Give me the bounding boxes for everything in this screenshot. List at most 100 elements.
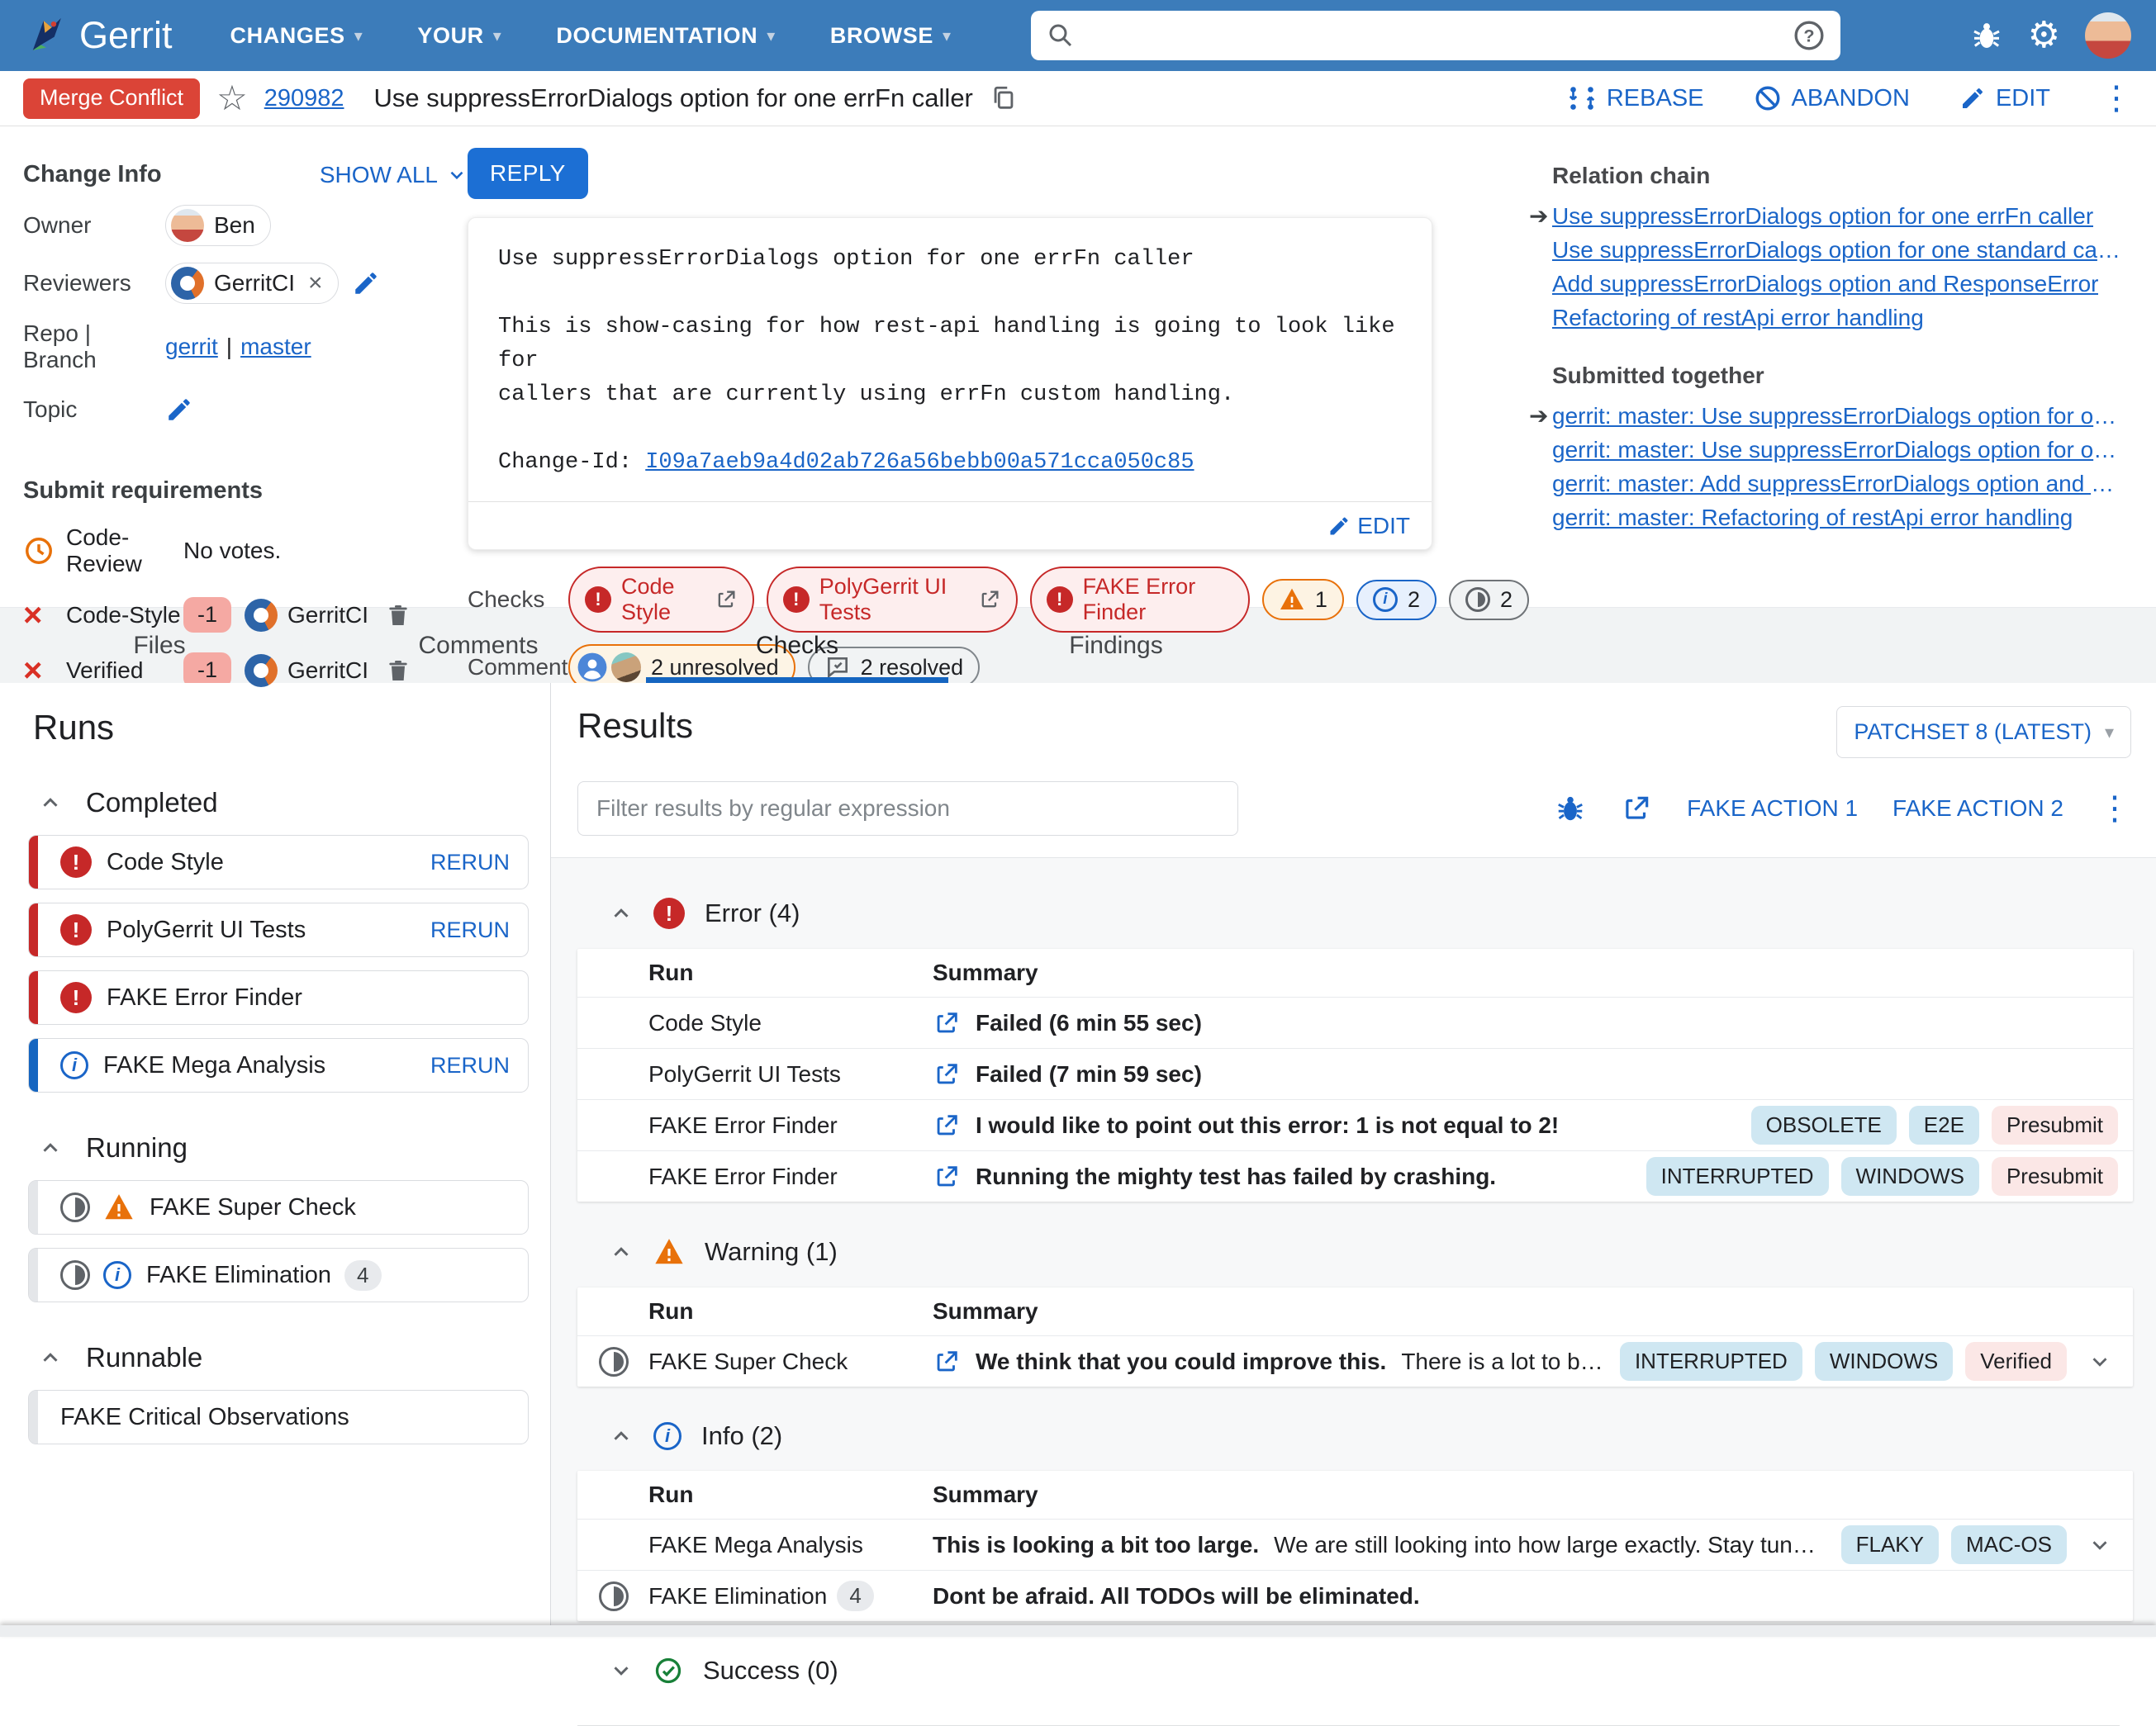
chevron-down-icon [614,1667,629,1676]
edit-reviewers-icon[interactable] [352,269,380,297]
rerun-button[interactable]: RERUN [430,1053,510,1079]
patchset-dropdown[interactable]: PATCHSET 8 (LATEST) ▾ [1836,706,2131,758]
change-number-link[interactable]: 290982 [264,85,344,112]
submitted-link[interactable]: gerrit: master: Add suppressErrorDialogs… [1552,467,2122,500]
show-all-button[interactable]: SHOW ALL [320,162,468,188]
success-check-icon [653,1656,683,1686]
submitted-link[interactable]: gerrit: master: Use suppressErrorDialogs… [1552,433,2122,467]
abandon-button[interactable]: ABANDON [1754,84,1910,112]
edit-button[interactable]: EDIT [1959,85,2050,112]
running-section-toggle[interactable]: Running [38,1132,529,1164]
rebase-button[interactable]: REBASE [1567,83,1704,113]
edit-commit-button[interactable]: EDIT [1327,513,1410,539]
column-header-run: Run [648,960,694,985]
column-header-summary: Summary [933,960,1038,985]
info-results-table: Run Summary FAKE Mega Analysis This is l… [577,1471,2133,1621]
result-row[interactable]: FAKE Super Check We think that you could… [577,1335,2133,1387]
error-section-toggle[interactable]: ! Error (4) [609,898,2133,929]
external-link-icon[interactable] [933,1163,961,1191]
result-tag: INTERRUPTED [1645,1157,1829,1196]
expand-row-icon[interactable] [2082,1533,2118,1558]
external-link-icon[interactable] [933,1009,961,1037]
chevron-down-icon: ▾ [354,26,363,45]
menu-documentation[interactable]: DOCUMENTATION ▾ [556,23,775,49]
warning-section-title: Warning (1) [705,1237,838,1266]
result-tag: FLAKY [1840,1525,1939,1564]
reply-button[interactable]: REPLY [468,148,588,199]
column-header-run: Run [648,1482,694,1507]
menu-your[interactable]: YOUR ▾ [417,23,501,49]
expand-row-icon[interactable] [2082,1349,2118,1374]
remove-reviewer-icon[interactable]: × [308,269,323,297]
result-row[interactable]: FAKE Error Finder I would like to point … [577,1099,2133,1150]
change-id-link[interactable]: I09a7aeb9a4d02ab726a56bebb00a571cca050c8… [645,450,1194,475]
run-card-fake-super-check[interactable]: FAKE Super Check [28,1180,529,1235]
gerrit-bird-icon [25,14,68,57]
external-link-icon[interactable] [933,1348,961,1376]
column-header-summary: Summary [933,1298,1038,1324]
edit-topic-icon[interactable] [165,396,193,424]
info-section-title: Info (2) [701,1421,783,1450]
owner-row: Owner Ben [23,205,468,246]
in-progress-icon [1465,587,1490,612]
branch-link[interactable]: master [240,334,311,360]
run-card-fake-mega-analysis[interactable]: i FAKE Mega Analysis RERUN [28,1038,529,1093]
menu-browse[interactable]: BROWSE ▾ [830,23,952,49]
tab-checks[interactable]: Checks [638,608,957,683]
relation-link[interactable]: Use suppressErrorDialogs option for one … [1552,233,2122,267]
copy-icon[interactable] [990,84,1018,112]
tab-findings[interactable]: Findings [957,608,1275,683]
run-card-polygerrit-ui-tests[interactable]: ! PolyGerrit UI Tests RERUN [28,903,529,957]
help-icon[interactable]: ? [1793,19,1826,52]
warning-section-toggle[interactable]: Warning (1) [609,1236,2133,1268]
submitted-link[interactable]: gerrit: master: Refactoring of restApi e… [1552,500,2073,534]
result-tag: WINDOWS [1840,1157,1979,1196]
run-card-fake-error-finder[interactable]: ! FAKE Error Finder [28,970,529,1025]
bug-report-icon[interactable] [1555,793,1586,824]
info-count-chip[interactable]: i 2 [1356,579,1437,620]
result-row[interactable]: PolyGerrit UI Tests Failed (7 min 59 sec… [577,1048,2133,1099]
fake-action-1-button[interactable]: FAKE ACTION 1 [1687,795,1858,822]
more-actions-icon[interactable]: ⋮ [2100,82,2133,115]
external-link-icon[interactable] [933,1112,961,1140]
result-row[interactable]: FAKE Mega Analysis This is looking a bit… [577,1519,2133,1570]
completed-section-toggle[interactable]: Completed [38,787,529,818]
reviewer-chip[interactable]: GerritCI × [165,263,339,304]
run-card-code-style[interactable]: ! Code Style RERUN [28,835,529,889]
relation-link[interactable]: Use suppressErrorDialogs option for one … [1552,199,2093,233]
search-input[interactable] [1088,22,1779,49]
run-card-fake-critical-observations[interactable]: FAKE Critical Observations [28,1390,529,1444]
run-card-fake-elimination[interactable]: i FAKE Elimination 4 [28,1248,529,1302]
result-row[interactable]: FAKE Error Finder Running the mighty tes… [577,1150,2133,1202]
info-section-toggle[interactable]: i Info (2) [609,1421,2133,1451]
external-link-icon[interactable] [1621,793,1652,824]
repo-link[interactable]: gerrit [165,334,218,360]
menu-changes[interactable]: CHANGES ▾ [230,23,363,49]
result-row[interactable]: FAKE Elimination 4 Dont be afraid. All T… [577,1570,2133,1621]
result-row[interactable]: Code Style Failed (6 min 55 sec) [577,997,2133,1048]
owner-chip[interactable]: Ben [165,205,271,246]
results-filter-input[interactable] [577,781,1238,836]
tab-comments[interactable]: Comments [319,608,638,683]
success-section-toggle[interactable]: Success (0) [609,1656,2133,1686]
user-avatar[interactable] [2085,12,2131,59]
external-link-icon[interactable] [933,1060,961,1088]
running-count-chip[interactable]: 2 [1448,579,1529,620]
submitted-link[interactable]: gerrit: master: Use suppressErrorDialogs… [1552,399,2122,433]
bug-report-icon[interactable] [1970,19,2003,52]
runnable-section-toggle[interactable]: Runnable [38,1342,529,1373]
commit-subject: Use suppressErrorDialogs option for one … [498,247,1194,272]
gear-icon[interactable]: ⚙ [2028,17,2060,54]
relation-link[interactable]: Refactoring of restApi error handling [1552,301,1924,334]
fake-action-2-button[interactable]: FAKE ACTION 2 [1892,795,2063,822]
star-icon[interactable]: ☆ [216,81,248,116]
more-actions-icon[interactable]: ⋮ [2098,792,2131,825]
search-box[interactable]: ? [1030,11,1840,60]
brand-title: Gerrit [79,14,173,56]
rerun-button[interactable]: RERUN [430,850,510,875]
block-icon [1754,84,1782,112]
tab-files[interactable]: Files [0,608,319,683]
gerrit-logo[interactable]: Gerrit [25,14,173,57]
relation-link[interactable]: Add suppressErrorDialogs option and Resp… [1552,267,2098,301]
rerun-button[interactable]: RERUN [430,918,510,943]
